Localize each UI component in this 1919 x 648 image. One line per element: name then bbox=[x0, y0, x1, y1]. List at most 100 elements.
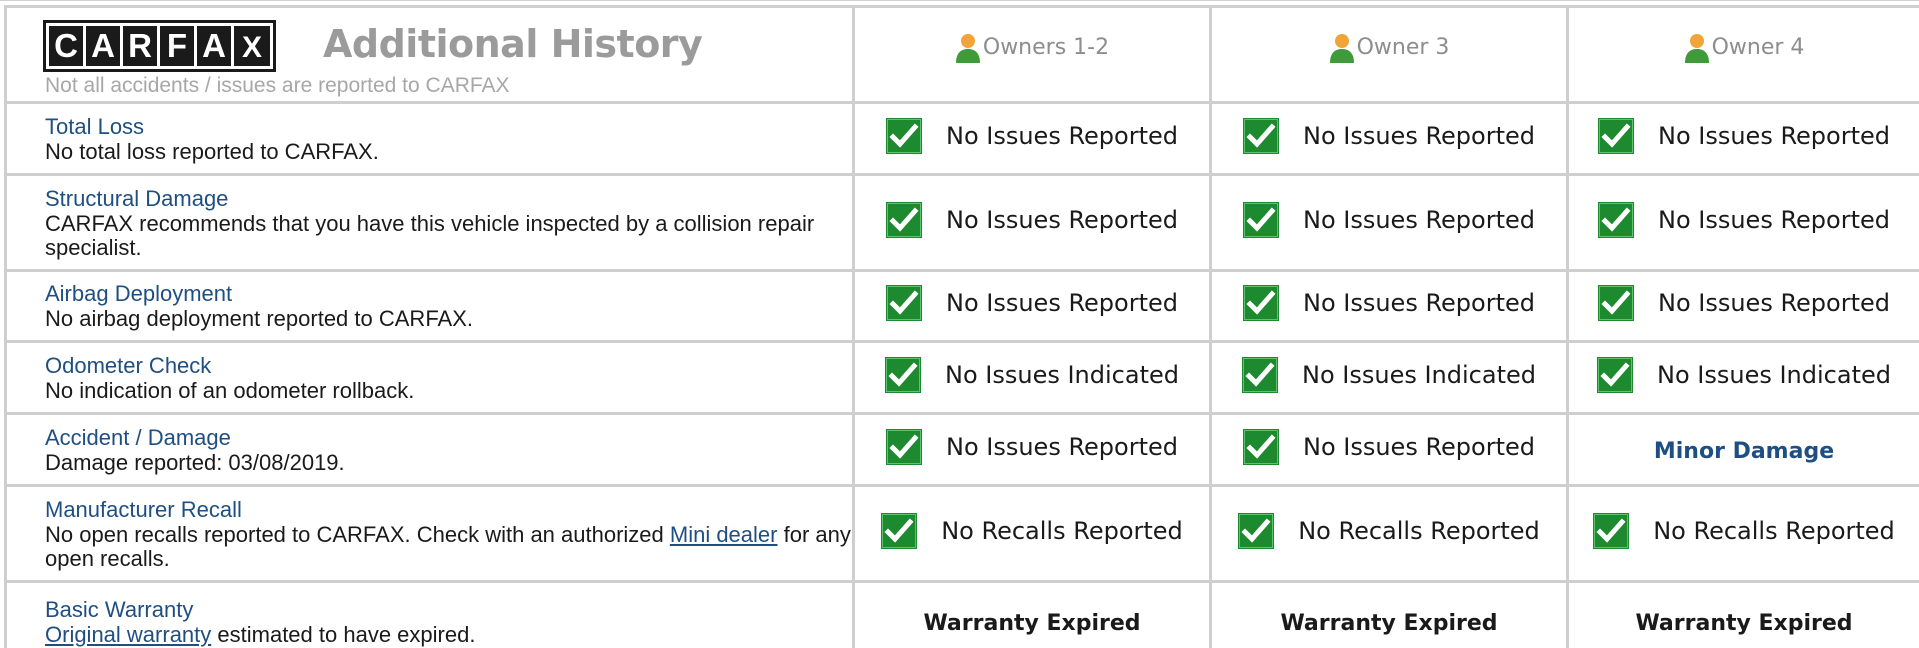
check-icon bbox=[1597, 117, 1634, 154]
status-text: No Issues Reported bbox=[1657, 289, 1891, 317]
recall-desc-before: No open recalls reported to CARFAX. Chec… bbox=[45, 521, 670, 547]
status-text: No Issues Reported bbox=[945, 121, 1179, 150]
brand-cell: C A R F A X Additional History Not all a… bbox=[4, 5, 855, 104]
status-text: No Issues Reported bbox=[945, 289, 1179, 317]
row-description: Original warranty estimated to have expi… bbox=[45, 621, 852, 647]
row-label-cell: Total Loss No total loss reported to CAR… bbox=[4, 101, 855, 176]
additional-history-panel: C A R F A X Additional History Not all a… bbox=[0, 0, 1919, 648]
check-icon bbox=[1242, 356, 1279, 393]
check-icon bbox=[1242, 201, 1279, 238]
status-text: No Issues Reported bbox=[945, 205, 1179, 234]
row-label-cell: Basic Warranty Original warranty estimat… bbox=[4, 580, 855, 648]
check-icon bbox=[885, 117, 922, 154]
status-cell: No Issues Reported bbox=[1566, 173, 1919, 272]
status-text: No Issues Reported bbox=[1657, 121, 1891, 150]
status-cell: No Issues Reported bbox=[852, 412, 1212, 487]
page-title: Additional History bbox=[323, 22, 703, 66]
status-text: No Issues Reported bbox=[1657, 205, 1891, 234]
status-cell: No Issues Reported bbox=[1209, 173, 1569, 272]
row-description: CARFAX recommends that you have this veh… bbox=[45, 210, 815, 260]
row-title: Manufacturer Recall bbox=[45, 496, 242, 522]
status-cell: No Issues Reported bbox=[1566, 101, 1919, 176]
row-label-cell: Accident / Damage Damage reported: 03/08… bbox=[4, 412, 855, 487]
status-cell: No Recalls Reported bbox=[1566, 484, 1919, 583]
status-text: No Recalls Reported bbox=[1298, 516, 1540, 545]
row-description: No indication of an odometer rollback. bbox=[45, 377, 415, 403]
row-label-cell: Manufacturer Recall No open recalls repo… bbox=[4, 484, 855, 583]
row-description: No open recalls reported to CARFAX. Chec… bbox=[45, 521, 852, 571]
logo-letter: R bbox=[123, 26, 157, 66]
status-cell: No Issues Indicated bbox=[1209, 340, 1569, 415]
owner-label: Owner 4 bbox=[1711, 35, 1805, 60]
owner-label: Owner 3 bbox=[1356, 35, 1450, 60]
page-subtitle: Not all accidents / issues are reported … bbox=[45, 74, 510, 97]
status-cell: No Issues Reported bbox=[1209, 412, 1569, 487]
status-text: No Issues Indicated bbox=[1302, 360, 1536, 389]
status-text: No Issues Reported bbox=[945, 432, 1179, 461]
status-text: No Issues Indicated bbox=[945, 360, 1179, 389]
logo-letter: F bbox=[160, 26, 194, 66]
row-title: Structural Damage bbox=[45, 185, 229, 211]
status-cell: No Issues Reported bbox=[1566, 269, 1919, 343]
row-title: Total Loss bbox=[45, 113, 145, 139]
status-cell: No Issues Reported bbox=[852, 269, 1212, 343]
header-row: C A R F A X Additional History Not all a… bbox=[4, 5, 1919, 104]
row-title: Airbag Deployment bbox=[45, 281, 233, 306]
status-cell: No Recalls Reported bbox=[852, 484, 1212, 583]
table-row: Structural Damage CARFAX recommends that… bbox=[4, 173, 1919, 272]
row-description: No total loss reported to CARFAX. bbox=[45, 138, 379, 164]
row-label-cell: Odometer Check No indication of an odome… bbox=[4, 340, 855, 415]
table-row: Total Loss No total loss reported to CAR… bbox=[4, 101, 1919, 176]
logo-letter: X bbox=[234, 26, 270, 66]
table-row: Odometer Check No indication of an odome… bbox=[4, 340, 1919, 415]
warranty-desc-after: estimated to have expired. bbox=[211, 621, 476, 647]
status-text: Warranty Expired bbox=[1280, 610, 1498, 636]
status-cell: No Issues Indicated bbox=[852, 340, 1212, 415]
row-label-cell: Structural Damage CARFAX recommends that… bbox=[4, 173, 855, 272]
status-cell: No Issues Reported bbox=[852, 101, 1212, 176]
status-text: No Issues Reported bbox=[1302, 121, 1536, 150]
logo-letter: A bbox=[86, 26, 120, 66]
logo-letter: C bbox=[49, 26, 83, 66]
table-row: Basic Warranty Original warranty estimat… bbox=[4, 580, 1919, 648]
person-icon bbox=[955, 33, 981, 63]
row-title: Accident / Damage bbox=[45, 424, 231, 450]
row-description: Damage reported: 03/08/2019. bbox=[45, 449, 345, 475]
status-text: No Issues Reported bbox=[1302, 432, 1536, 461]
status-cell: No Issues Indicated bbox=[1566, 340, 1919, 415]
check-icon bbox=[1242, 285, 1279, 321]
owner-column-header: Owner 3 bbox=[1209, 5, 1569, 104]
check-icon bbox=[885, 356, 922, 393]
status-cell: No Issues Reported bbox=[1209, 269, 1569, 343]
status-cell[interactable]: Minor Damage bbox=[1566, 412, 1919, 487]
status-cell: Warranty Expired bbox=[1566, 580, 1919, 648]
row-title: Basic Warranty bbox=[45, 596, 194, 622]
row-description: No airbag deployment reported to CARFAX. bbox=[45, 306, 474, 331]
status-text: No Issues Reported bbox=[1302, 289, 1536, 317]
table-row: Accident / Damage Damage reported: 03/08… bbox=[4, 412, 1919, 487]
history-table: C A R F A X Additional History Not all a… bbox=[4, 5, 1919, 648]
original-warranty-link[interactable]: Original warranty bbox=[45, 622, 211, 647]
check-icon bbox=[881, 512, 918, 549]
check-icon bbox=[1593, 512, 1630, 549]
status-cell: No Issues Reported bbox=[1209, 101, 1569, 176]
person-icon bbox=[1329, 33, 1355, 63]
person-icon bbox=[1684, 33, 1710, 63]
check-icon bbox=[1597, 201, 1634, 238]
owner-column-header: Owner 4 bbox=[1566, 5, 1919, 104]
check-icon bbox=[1597, 285, 1634, 321]
table-row: Airbag Deployment No airbag deployment r… bbox=[4, 269, 1919, 343]
logo-letter: A bbox=[197, 26, 231, 66]
status-cell: Warranty Expired bbox=[1209, 580, 1569, 648]
owner-column-header: Owners 1-2 bbox=[852, 5, 1212, 104]
minor-damage-link[interactable]: Minor Damage bbox=[1654, 439, 1834, 464]
status-text: No Issues Indicated bbox=[1657, 360, 1891, 389]
mini-dealer-link[interactable]: Mini dealer bbox=[670, 522, 778, 547]
owner-label: Owners 1-2 bbox=[982, 35, 1110, 60]
check-icon bbox=[885, 285, 922, 321]
status-text: No Issues Reported bbox=[1302, 205, 1536, 234]
row-title: Odometer Check bbox=[45, 352, 212, 378]
table-row: Manufacturer Recall No open recalls repo… bbox=[4, 484, 1919, 583]
carfax-logo: C A R F A X bbox=[43, 20, 276, 72]
row-label-cell: Airbag Deployment No airbag deployment r… bbox=[4, 269, 855, 343]
